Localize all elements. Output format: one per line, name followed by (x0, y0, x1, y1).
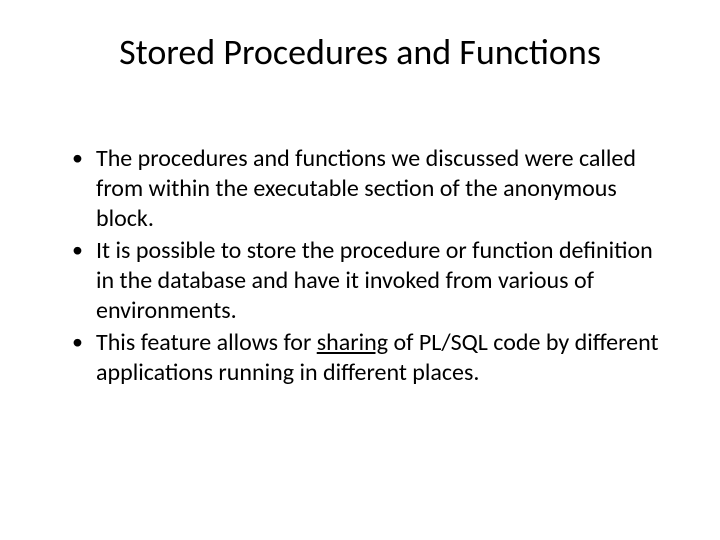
bullet-text-prefix: This feature allows for (96, 328, 317, 357)
bullet-item: This feature allows for sharing of PL/SQ… (70, 328, 670, 388)
bullet-text-prefix: It is possible to store the procedure or… (96, 236, 653, 325)
bullet-item: The procedures and functions we discusse… (70, 144, 670, 234)
slide-title: Stored Procedures and Functions (40, 30, 680, 74)
bullet-item: It is possible to store the procedure or… (70, 236, 670, 326)
bullet-text-prefix: The procedures and functions we discusse… (96, 144, 636, 233)
bullet-list: The procedures and functions we discusse… (70, 144, 670, 388)
slide-content: The procedures and functions we discusse… (40, 144, 680, 388)
bullet-text-underlined: sharing (317, 328, 388, 357)
